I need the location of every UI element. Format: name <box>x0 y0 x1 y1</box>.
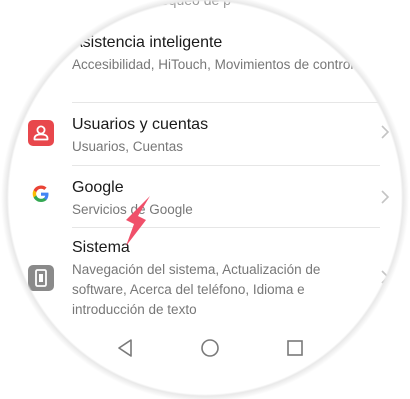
item-subtitle: Servicios de Google <box>72 202 193 217</box>
annotation-arrow-icon <box>120 194 160 250</box>
navigation-bar <box>0 330 410 370</box>
divider <box>72 102 380 103</box>
back-triangle-icon[interactable] <box>116 338 134 363</box>
settings-item-usuarios[interactable]: Usuarios y cuentas Usuarios, Cuentas <box>0 104 410 164</box>
settings-item-google[interactable]: Google Servicios de Google <box>0 167 410 227</box>
item-title: Google <box>72 179 124 196</box>
divider <box>72 165 380 166</box>
item-subtitle: Usuarios, Cuentas <box>72 139 184 154</box>
phone-system-icon <box>28 265 54 291</box>
recents-square-icon[interactable] <box>286 338 304 363</box>
item-subtitle: Navegación del sistema, Actualización de… <box>72 262 321 317</box>
settings-item-asistencia[interactable]: Asistencia inteligente Accesibilidad, Hi… <box>0 30 410 102</box>
partial-subtitle-top: bloqueo de p <box>150 0 231 8</box>
settings-screen: bloqueo de p Asistencia inteligente Acce… <box>0 0 410 399</box>
google-g-icon <box>28 181 54 207</box>
user-account-icon <box>28 120 54 146</box>
home-circle-icon[interactable] <box>200 338 220 363</box>
chevron-right-icon <box>380 269 390 290</box>
settings-item-sistema[interactable]: Sistema Navegación del sistema, Actualiz… <box>0 229 410 321</box>
chevron-right-icon <box>380 124 390 145</box>
item-subtitle: Accesibilidad, HiTouch, Movimientos de c… <box>72 57 354 72</box>
item-title: Usuarios y cuentas <box>72 116 209 133</box>
divider <box>72 227 380 228</box>
item-title: Asistencia inteligente <box>72 34 223 51</box>
chevron-right-icon <box>380 189 390 210</box>
